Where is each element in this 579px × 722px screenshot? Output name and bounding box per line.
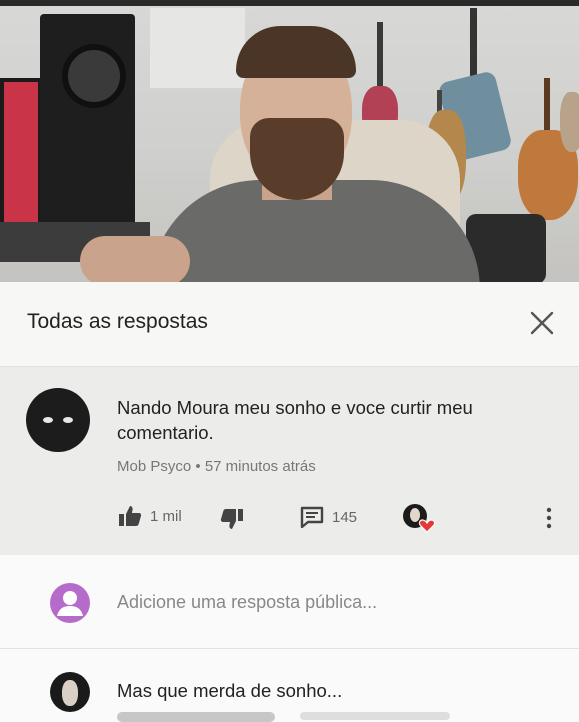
video-person-arm (80, 236, 190, 282)
video-top-edge (0, 0, 579, 6)
video-guitar-neck (470, 8, 477, 80)
reply-count: 145 (332, 508, 358, 526)
reply-author-avatar[interactable] (50, 672, 90, 712)
thumbs-up-icon (119, 506, 142, 526)
comment-icon (300, 506, 324, 528)
reply-count-button[interactable]: 145 (300, 506, 357, 528)
more-options-button[interactable] (544, 506, 554, 530)
thumbs-down-icon (220, 509, 243, 529)
commenter-avatar[interactable] (26, 388, 90, 452)
reply-text: Mas que merda de sonho... (117, 680, 343, 701)
comment-meta: Mob Psyco • 57 minutos atrás (117, 458, 316, 475)
creator-heart-badge (402, 502, 438, 534)
video-monitor (0, 78, 42, 236)
comment-text: Nando Moura meu sonho e voce curtir meu … (117, 397, 473, 443)
video-guitar-neck (544, 78, 550, 138)
comment-time: 57 minutos atrás (204, 458, 316, 475)
reply-input[interactable] (117, 592, 547, 613)
video-guitar-neck (377, 22, 383, 88)
default-user-icon (57, 591, 83, 616)
avatar-face (62, 680, 78, 706)
reply-author-name-pill[interactable] (117, 712, 275, 722)
replies-title: Todas as respostas (27, 310, 208, 333)
video-shelf (150, 8, 245, 88)
user-avatar (50, 583, 90, 623)
dislike-button[interactable] (220, 508, 244, 530)
video-person-hair (236, 26, 356, 78)
meta-separator: • (195, 458, 201, 475)
video-player[interactable] (0, 0, 579, 282)
close-icon (530, 311, 554, 335)
divider (0, 648, 579, 649)
like-count: 1 mil (150, 507, 182, 525)
creator-heart-icon (403, 504, 436, 533)
close-button[interactable] (526, 307, 558, 339)
video-speaker (40, 14, 135, 228)
avatar-eye (63, 417, 73, 423)
like-button[interactable]: 1 mil (118, 505, 182, 527)
video-guitar (560, 92, 579, 152)
avatar-eye (43, 417, 53, 423)
more-vert-icon (546, 507, 552, 529)
video-speaker-cone (62, 44, 126, 108)
comment-author[interactable]: Mob Psyco (117, 458, 191, 475)
